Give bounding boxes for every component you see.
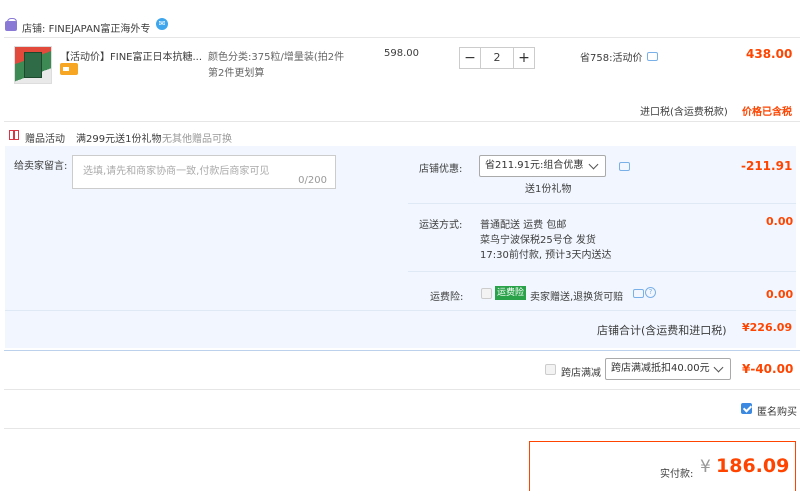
shop-total-value: ¥226.09 bbox=[742, 321, 793, 334]
message-counter: 0/200 bbox=[298, 175, 327, 186]
payment-currency: ¥ bbox=[700, 457, 711, 477]
chevron-down-icon bbox=[713, 362, 724, 373]
shop-icon bbox=[5, 18, 17, 31]
payment-summary-box: 实付款: ¥ 186.09 bbox=[529, 441, 796, 491]
shop-total-label: 店铺合计(含运费和进口税) bbox=[597, 324, 727, 337]
product-package-image bbox=[24, 52, 42, 78]
payment-amount: 186.09 bbox=[716, 455, 790, 477]
anonymous-checkbox[interactable] bbox=[741, 403, 752, 414]
message-placeholder: 选填,请先和商家协商一致,付款后商家可见 bbox=[83, 166, 270, 177]
shop-discount-gift: 送1份礼物 bbox=[525, 184, 572, 195]
divider bbox=[4, 350, 800, 351]
sku-line1: 颜色分类:375粒/增量装(拍2件 bbox=[208, 52, 345, 63]
shipping-line1: 普通配送 运费 包邮 bbox=[480, 220, 567, 231]
insurance-value: 0.00 bbox=[766, 288, 794, 301]
shipping-line3: 17:30前付款, 预计3天内送达 bbox=[480, 250, 612, 261]
chevron-down-icon bbox=[588, 159, 599, 170]
tax-label: 进口税(含运费税款) bbox=[640, 107, 728, 118]
gift-note: 无其他赠品可换 bbox=[162, 134, 232, 145]
insurance-info-icon[interactable] bbox=[633, 289, 644, 298]
divider bbox=[408, 203, 796, 204]
anonymous-label: 匿名购买 bbox=[757, 407, 797, 418]
insurance-checkbox[interactable] bbox=[481, 288, 492, 299]
wangwang-chat-icon[interactable]: ✉ bbox=[156, 18, 168, 30]
shop-discount-label: 店铺优惠: bbox=[419, 164, 463, 175]
payment-label: 实付款: bbox=[660, 469, 694, 480]
shop-discount-select[interactable]: 省211.91元:组合优惠 bbox=[479, 155, 606, 177]
qty-input[interactable]: 2 bbox=[481, 47, 513, 69]
item-subtotal: 438.00 bbox=[746, 47, 793, 61]
gift-desc: 满299元送1份礼物 bbox=[76, 134, 162, 145]
divider bbox=[5, 310, 796, 311]
divider bbox=[4, 428, 800, 429]
qty-plus-button[interactable]: + bbox=[513, 47, 535, 69]
shop-label: 店铺: FINEJAPAN富正海外专 bbox=[22, 20, 150, 35]
tax-included-text: 价格已含税 bbox=[742, 107, 792, 118]
help-icon[interactable]: ? bbox=[645, 287, 656, 298]
unit-price: 598.00 bbox=[384, 48, 419, 59]
message-label: 给卖家留言: bbox=[14, 161, 68, 172]
shipping-label: 运送方式: bbox=[419, 220, 463, 231]
divider bbox=[4, 121, 800, 122]
divider bbox=[4, 37, 800, 38]
item-discount: 省758:活动价 bbox=[580, 53, 643, 64]
shipping-line2: 菜鸟宁波保税25号仓 发货 bbox=[480, 235, 596, 246]
cross-store-label: 跨店满减 bbox=[561, 368, 601, 379]
quantity-stepper: − 2 + bbox=[459, 47, 535, 69]
cross-store-value: ¥-40.00 bbox=[742, 362, 794, 376]
shop-label-text: 店铺: bbox=[22, 24, 46, 35]
shop-name-link[interactable]: FINEJAPAN富正海外专 bbox=[49, 24, 151, 35]
insurance-text: 卖家赠送,退换货可赔 bbox=[530, 292, 624, 303]
sku-line2: 第2件更划算 bbox=[208, 68, 265, 79]
discount-info-icon[interactable] bbox=[619, 162, 630, 171]
shop-discount-selected: 省211.91元:组合优惠 bbox=[485, 160, 584, 171]
gift-icon bbox=[9, 130, 19, 140]
insurance-badge: 运费险 bbox=[495, 286, 527, 300]
shipping-value: 0.00 bbox=[766, 215, 794, 228]
cross-store-checkbox[interactable] bbox=[545, 364, 556, 375]
shop-discount-value: -211.91 bbox=[741, 159, 793, 173]
divider bbox=[408, 271, 796, 272]
insurance-label: 运费险: bbox=[430, 292, 464, 303]
item-title[interactable]: 【活动价】FINE富正日本抗糖... bbox=[60, 48, 202, 63]
divider bbox=[4, 389, 800, 390]
credit-card-icon bbox=[60, 63, 78, 75]
discount-info-icon[interactable] bbox=[647, 52, 658, 61]
cross-store-select[interactable]: 跨店满减抵扣40.00元 bbox=[605, 358, 731, 380]
gift-label: 赠品活动 bbox=[25, 134, 65, 145]
message-textarea[interactable]: 选填,请先和商家协商一致,付款后商家可见 0/200 bbox=[72, 155, 336, 189]
qty-minus-button[interactable]: − bbox=[459, 47, 481, 69]
cross-store-selected: 跨店满减抵扣40.00元 bbox=[611, 363, 710, 374]
